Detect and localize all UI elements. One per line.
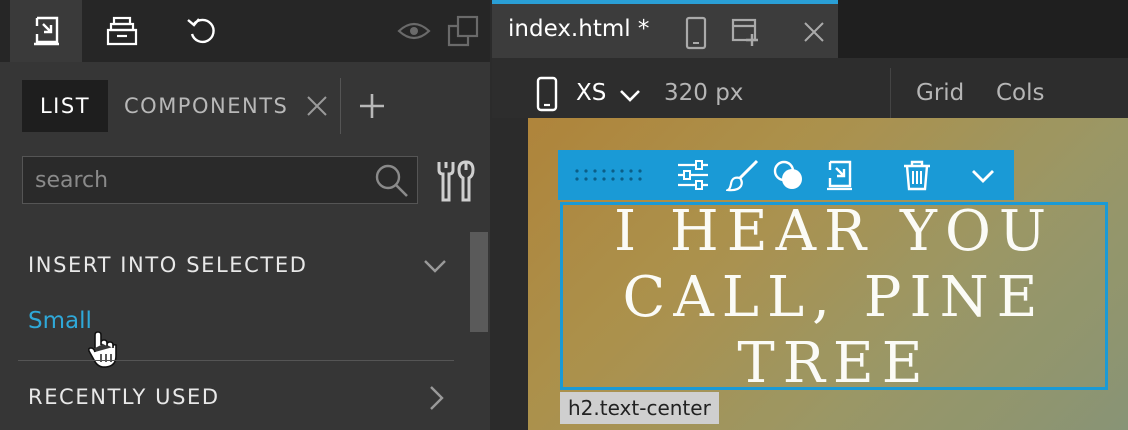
chevron-down-icon[interactable] [618, 84, 642, 108]
duplicate-button[interactable] [438, 0, 488, 62]
document-tab-bar: index.html * [492, 0, 1128, 58]
section-insert-into-selected[interactable]: INSERT INTO SELECTED [28, 253, 308, 277]
plus-icon[interactable] [358, 92, 386, 120]
scrollbar-thumb[interactable] [470, 232, 488, 332]
left-panel: LIST COMPONENTS INSERT INTO SELECTED Sma… [0, 0, 490, 430]
trash-icon[interactable] [900, 158, 934, 192]
element-selector-label: h2.text-center [560, 392, 719, 424]
undo-button[interactable] [172, 0, 232, 62]
sliders-icon[interactable] [676, 158, 710, 192]
library-tray-icon [106, 16, 138, 46]
new-window-icon[interactable] [730, 16, 762, 48]
page-canvas[interactable]: I HEAR YOU CALL, PINE TREE h2.text-cente… [528, 118, 1128, 430]
insert-button[interactable] [10, 0, 82, 62]
search-icon[interactable] [371, 160, 411, 200]
close-icon[interactable] [305, 94, 329, 118]
list-item-small[interactable]: Small [28, 308, 92, 334]
selected-heading-outline[interactable]: I HEAR YOU CALL, PINE TREE [560, 199, 1108, 396]
cols-toggle[interactable]: Cols [996, 80, 1045, 106]
device-bar: XS 320 px Grid Cols [492, 58, 1128, 118]
device-bar-divider [890, 68, 891, 118]
tools-icon[interactable] [432, 158, 478, 204]
eye-icon [397, 22, 431, 40]
panel-tab-row: LIST COMPONENTS [0, 62, 490, 158]
tab-components[interactable]: COMPONENTS [124, 80, 288, 132]
editor-panel: index.html * XS 320 px Grid Cols I HEAR … [492, 0, 1128, 430]
device-size-select[interactable]: XS [576, 80, 606, 106]
tab-divider [340, 78, 341, 134]
visibility-button[interactable] [392, 0, 436, 62]
page-heading: I HEAR YOU CALL, PINE TREE [613, 199, 1055, 396]
mobile-device-icon[interactable] [684, 16, 708, 50]
tab-list-label: LIST [39, 94, 91, 118]
left-toolbar [0, 0, 490, 62]
tab-index-html[interactable]: index.html * [492, 0, 838, 58]
undo-icon [187, 18, 215, 44]
tab-list[interactable]: LIST [22, 80, 108, 132]
close-icon[interactable] [802, 20, 826, 44]
chevron-down-icon[interactable] [422, 253, 448, 279]
chevron-right-icon[interactable] [424, 384, 448, 412]
duplicate-icon [447, 15, 479, 47]
device-width-label: 320 px [664, 80, 744, 106]
phone-icon[interactable] [536, 76, 558, 112]
grid-toggle[interactable]: Grid [916, 80, 964, 106]
hand-cursor-icon [87, 331, 117, 368]
section-divider [18, 360, 454, 361]
search-input[interactable] [23, 157, 371, 203]
element-toolbar [558, 150, 1014, 200]
section-recently-used[interactable]: RECENTLY USED [28, 385, 220, 409]
library-button[interactable] [92, 0, 152, 62]
tab-components-label: COMPONENTS [124, 94, 289, 118]
style-circles-icon[interactable] [772, 158, 806, 192]
search-box [22, 156, 418, 204]
insert-into-icon[interactable] [822, 158, 856, 192]
document-tab-title: index.html * [508, 16, 650, 42]
insert-into-icon [34, 16, 59, 46]
chevron-down-icon[interactable] [966, 158, 1000, 192]
drag-handle-icon[interactable] [574, 168, 646, 182]
brush-icon[interactable] [726, 158, 760, 192]
